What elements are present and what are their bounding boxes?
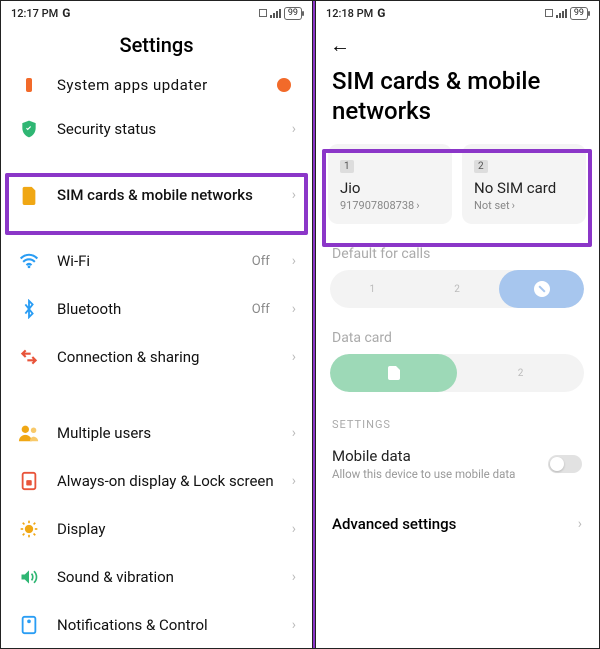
row-notifications[interactable]: Notifications & Control › (1, 601, 312, 637)
row-label: Always-on display & Lock screen (57, 472, 276, 491)
updater-icon (17, 73, 41, 97)
chevron-right-icon: › (292, 521, 296, 537)
google-icon: G (62, 6, 70, 20)
advanced-label: Advanced settings (332, 515, 456, 533)
shield-icon (17, 117, 41, 141)
segment-default-calls[interactable]: 1 2 (330, 270, 584, 308)
slot-badge: 1 (340, 160, 354, 173)
mobile-data-desc: Allow this device to use mobile data (332, 467, 538, 481)
chevron-right-icon: › (292, 121, 296, 137)
section-default-calls: Default for calls (316, 224, 598, 270)
chevron-right-icon: › (292, 349, 296, 365)
row-label: SIM cards & mobile networks (57, 186, 276, 205)
indicator-icon (259, 9, 267, 17)
mobile-data-title: Mobile data (332, 447, 538, 465)
seg-option-2[interactable]: 2 (415, 270, 500, 308)
sim-icon (17, 183, 41, 207)
battery-icon: 99 (284, 7, 302, 20)
page-title: Settings (1, 23, 312, 73)
seg-option-1[interactable]: 1 (330, 270, 415, 308)
sound-icon (17, 565, 41, 589)
row-aod-lock[interactable]: Always-on display & Lock screen › (1, 457, 312, 505)
row-label: Connection & sharing (57, 348, 276, 367)
status-time: 12:17 PM (11, 7, 58, 20)
sim-sub: Not set (474, 199, 510, 212)
display-icon (17, 517, 41, 541)
chevron-right-icon: › (292, 301, 296, 317)
row-value: Off (252, 302, 270, 317)
row-label: Bluetooth (57, 300, 236, 319)
wifi-icon (17, 249, 41, 273)
seg-data-1[interactable] (330, 354, 457, 392)
row-multiple-users[interactable]: Multiple users › (1, 409, 312, 457)
row-label: System apps updater (57, 76, 256, 95)
row-display[interactable]: Display › (1, 505, 312, 553)
segment-data-card[interactable]: 2 (330, 354, 584, 392)
row-mobile-data[interactable]: Mobile data Allow this device to use mob… (316, 441, 598, 499)
chevron-right-icon: › (512, 199, 515, 212)
indicator-icon (545, 9, 553, 17)
sim-card-2[interactable]: 2 No SIM card Not set› (462, 144, 586, 224)
row-label: Sound & vibration (57, 568, 276, 587)
users-icon (17, 421, 41, 445)
chevron-right-icon: › (416, 199, 419, 212)
back-button[interactable]: ← (316, 23, 598, 58)
status-dot-icon (272, 73, 296, 97)
status-bar: 12:17 PM G 99 (1, 1, 312, 23)
chevron-right-icon: › (578, 516, 582, 532)
chevron-right-icon: › (292, 253, 296, 269)
slot-badge: 2 (474, 160, 488, 173)
status-bar: 12:18 PM G 99 (316, 1, 598, 23)
page-title: SIM cards & mobile networks (316, 58, 598, 144)
chevron-right-icon: › (292, 473, 296, 489)
row-sound-vibration[interactable]: Sound & vibration › (1, 553, 312, 601)
chevron-right-icon: › (292, 187, 296, 203)
settings-header: SETTINGS (316, 392, 598, 441)
status-time: 12:18 PM (326, 7, 373, 20)
row-system-apps-updater[interactable]: System apps updater (1, 73, 312, 105)
row-value: Off (252, 254, 270, 269)
chevron-right-icon: › (292, 617, 296, 633)
ask-icon (534, 281, 550, 297)
row-security-status[interactable]: Security status › (1, 105, 312, 153)
sim-icon (388, 366, 400, 380)
chevron-right-icon: › (292, 425, 296, 441)
row-bluetooth[interactable]: Bluetooth Off › (1, 285, 312, 333)
signal-icon (270, 9, 281, 18)
sim-name: Jio (340, 179, 440, 197)
row-label: Multiple users (57, 424, 276, 443)
sim-card-1[interactable]: 1 Jio 917907808738› (328, 144, 452, 224)
row-label: Security status (57, 120, 276, 139)
aod-icon (17, 469, 41, 493)
seg-data-2[interactable]: 2 (457, 354, 584, 392)
signal-icon (556, 9, 567, 18)
row-connection-sharing[interactable]: Connection & sharing › (1, 333, 312, 381)
row-label: Display (57, 520, 276, 539)
row-label: Wi-Fi (57, 252, 236, 271)
row-sim-cards[interactable]: SIM cards & mobile networks › (1, 167, 312, 223)
battery-icon: 99 (570, 7, 588, 20)
mobile-data-toggle[interactable] (548, 455, 582, 473)
section-data-card: Data card (316, 308, 598, 354)
google-icon: G (377, 6, 385, 20)
chevron-right-icon: › (292, 569, 296, 585)
bluetooth-icon (17, 297, 41, 321)
sim-name: No SIM card (474, 179, 574, 197)
notif-icon (17, 613, 41, 637)
seg-option-ask[interactable] (499, 270, 584, 308)
row-advanced-settings[interactable]: Advanced settings › (316, 499, 598, 549)
row-label: Notifications & Control (57, 616, 276, 635)
sim-number: 917907808738 (340, 199, 414, 212)
row-wifi[interactable]: Wi-Fi Off › (1, 237, 312, 285)
share-icon (17, 345, 41, 369)
